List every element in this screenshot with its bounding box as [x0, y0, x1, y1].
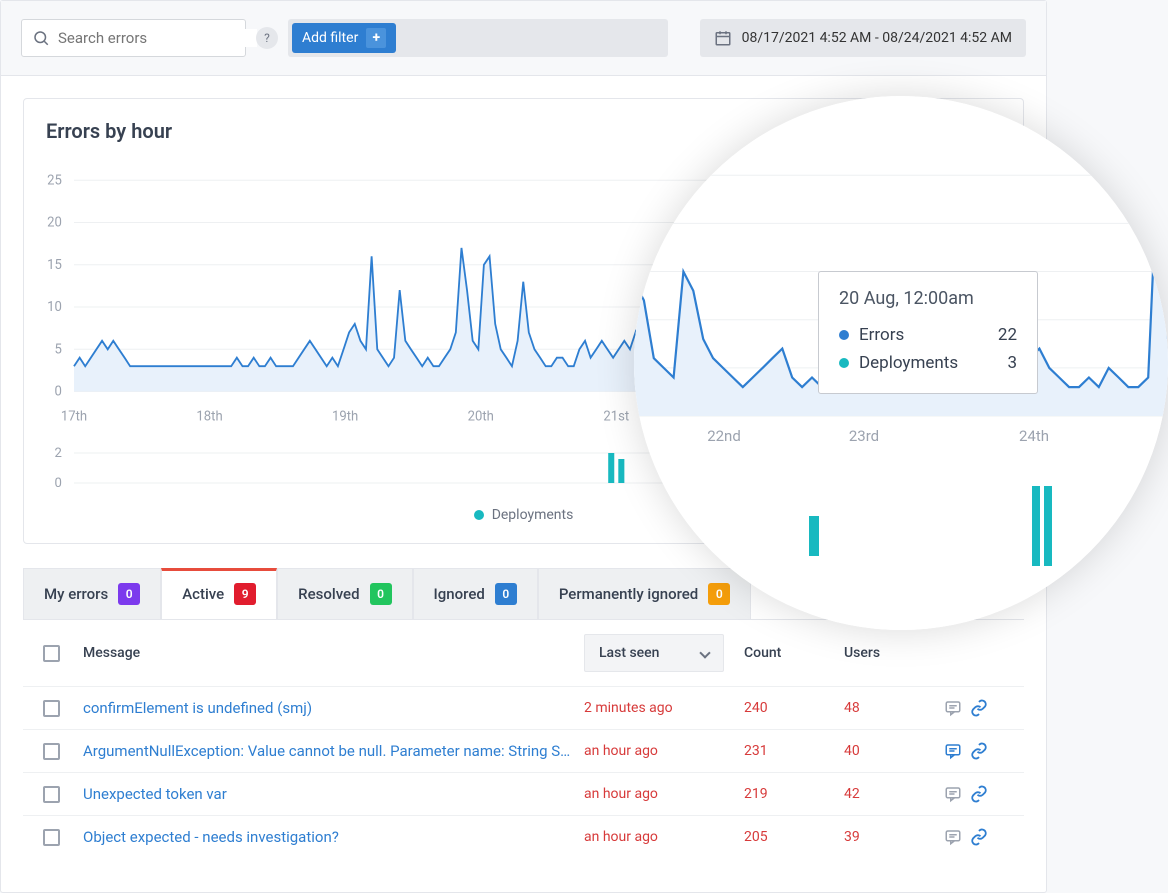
- tab-label: Ignored: [434, 585, 485, 603]
- error-message-link[interactable]: ArgumentNullException: Value cannot be n…: [83, 742, 584, 760]
- tab-label: My errors: [44, 585, 108, 603]
- header-count: Count: [744, 645, 844, 661]
- count-value: 219: [744, 786, 844, 802]
- table-row: Unexpected token var an hour ago 219 42: [23, 772, 1024, 815]
- date-range-picker[interactable]: 08/17/2021 4:52 AM - 08/24/2021 4:52 AM: [700, 19, 1026, 57]
- comment-icon[interactable]: [944, 742, 962, 760]
- users-value: 48: [844, 700, 944, 716]
- svg-text:0: 0: [55, 385, 62, 400]
- svg-text:17th: 17th: [61, 409, 87, 424]
- comment-icon[interactable]: [944, 699, 962, 717]
- svg-text:22nd: 22nd: [737, 409, 766, 424]
- tab-label: Permanently ignored: [559, 585, 698, 603]
- link-icon[interactable]: [970, 699, 988, 717]
- row-checkbox[interactable]: [43, 829, 60, 846]
- help-button[interactable]: ?: [256, 27, 278, 49]
- table-row: Object expected - needs investigation? a…: [23, 815, 1024, 858]
- table-row: confirmElement is undefined (smj) 2 minu…: [23, 686, 1024, 729]
- svg-text:18th: 18th: [196, 409, 222, 424]
- tab-label: Active: [182, 585, 224, 603]
- tab-badge: 0: [370, 583, 392, 605]
- svg-text:21st: 21st: [603, 409, 629, 424]
- link-icon[interactable]: [970, 828, 988, 846]
- svg-text:24th: 24th: [1010, 409, 1036, 424]
- plus-icon: +: [366, 28, 386, 48]
- add-filter-button[interactable]: Add filter +: [292, 23, 396, 53]
- link-icon[interactable]: [970, 785, 988, 803]
- error-message-link[interactable]: Object expected - needs investigation?: [83, 828, 584, 846]
- row-checkbox[interactable]: [43, 743, 60, 760]
- tab-badge: 9: [234, 583, 256, 605]
- header-message: Message: [83, 645, 584, 661]
- svg-text:23rd: 23rd: [874, 409, 900, 424]
- chart-card: Errors by hour 051015202517th18th19th20t…: [23, 98, 1024, 544]
- table-row: ArgumentNullException: Value cannot be n…: [23, 729, 1024, 772]
- chart-title: Errors by hour: [24, 99, 1023, 153]
- header-last-seen: Last seen: [599, 645, 659, 661]
- svg-text:20: 20: [47, 216, 62, 231]
- filter-bar: Add filter +: [288, 19, 668, 57]
- tab-label: Resolved: [298, 585, 359, 603]
- chevron-down-icon: [699, 647, 710, 658]
- error-message-link[interactable]: Unexpected token var: [83, 785, 584, 803]
- errors-chart[interactable]: 051015202517th18th19th20th21st22nd23rd24…: [24, 153, 1023, 443]
- add-filter-label: Add filter: [302, 30, 358, 46]
- header-users: Users: [844, 645, 944, 661]
- tab-badge: 0: [118, 583, 140, 605]
- last-seen-value: an hour ago: [584, 743, 744, 759]
- last-seen-value: an hour ago: [584, 786, 744, 802]
- last-seen-value: an hour ago: [584, 829, 744, 845]
- date-range-text: 08/17/2021 4:52 AM - 08/24/2021 4:52 AM: [742, 30, 1012, 46]
- deployments-legend: Deployments: [24, 493, 1023, 543]
- search-input-wrapper[interactable]: [21, 19, 246, 57]
- svg-text:25: 25: [47, 173, 62, 188]
- sort-last-seen[interactable]: Last seen: [584, 634, 724, 672]
- svg-text:10: 10: [47, 300, 62, 315]
- users-value: 40: [844, 743, 944, 759]
- error-message-link[interactable]: confirmElement is undefined (smj): [83, 699, 584, 717]
- topbar: ? Add filter + 08/17/2021 4:52 AM - 08/2…: [1, 1, 1046, 76]
- deployments-chart[interactable]: 02: [24, 443, 1023, 493]
- tab-badge: 0: [495, 583, 517, 605]
- svg-text:20th: 20th: [468, 409, 494, 424]
- row-checkbox[interactable]: [43, 700, 60, 717]
- last-seen-value: 2 minutes ago: [584, 700, 744, 716]
- svg-text:2: 2: [55, 446, 62, 461]
- tab-permanently-ignored[interactable]: Permanently ignored 0: [538, 568, 751, 619]
- legend-dot-icon: [474, 510, 484, 520]
- row-checkbox[interactable]: [43, 786, 60, 803]
- comment-icon[interactable]: [944, 828, 962, 846]
- tab-my-errors[interactable]: My errors 0: [23, 568, 161, 619]
- tab-ignored[interactable]: Ignored 0: [413, 568, 538, 619]
- search-icon: [32, 29, 50, 47]
- table-header: Message Last seen Count Users: [23, 620, 1024, 686]
- tab-resolved[interactable]: Resolved 0: [277, 568, 412, 619]
- svg-text:15: 15: [47, 258, 62, 273]
- tabs: My errors0Active9Resolved0Ignored0Perman…: [23, 568, 1024, 620]
- calendar-icon: [714, 29, 732, 47]
- search-input[interactable]: [58, 29, 257, 47]
- svg-text:19th: 19th: [332, 409, 358, 424]
- count-value: 205: [744, 829, 844, 845]
- tab-badge: 0: [708, 583, 730, 605]
- count-value: 240: [744, 700, 844, 716]
- svg-text:0: 0: [55, 476, 62, 491]
- link-icon[interactable]: [970, 742, 988, 760]
- error-table: Message Last seen Count Users confirmEle…: [23, 620, 1024, 858]
- select-all-checkbox[interactable]: [43, 645, 60, 662]
- svg-text:5: 5: [55, 342, 62, 357]
- legend-label: Deployments: [492, 507, 574, 523]
- users-value: 39: [844, 829, 944, 845]
- tab-active[interactable]: Active 9: [161, 568, 277, 619]
- comment-icon[interactable]: [944, 785, 962, 803]
- count-value: 231: [744, 743, 844, 759]
- users-value: 42: [844, 786, 944, 802]
